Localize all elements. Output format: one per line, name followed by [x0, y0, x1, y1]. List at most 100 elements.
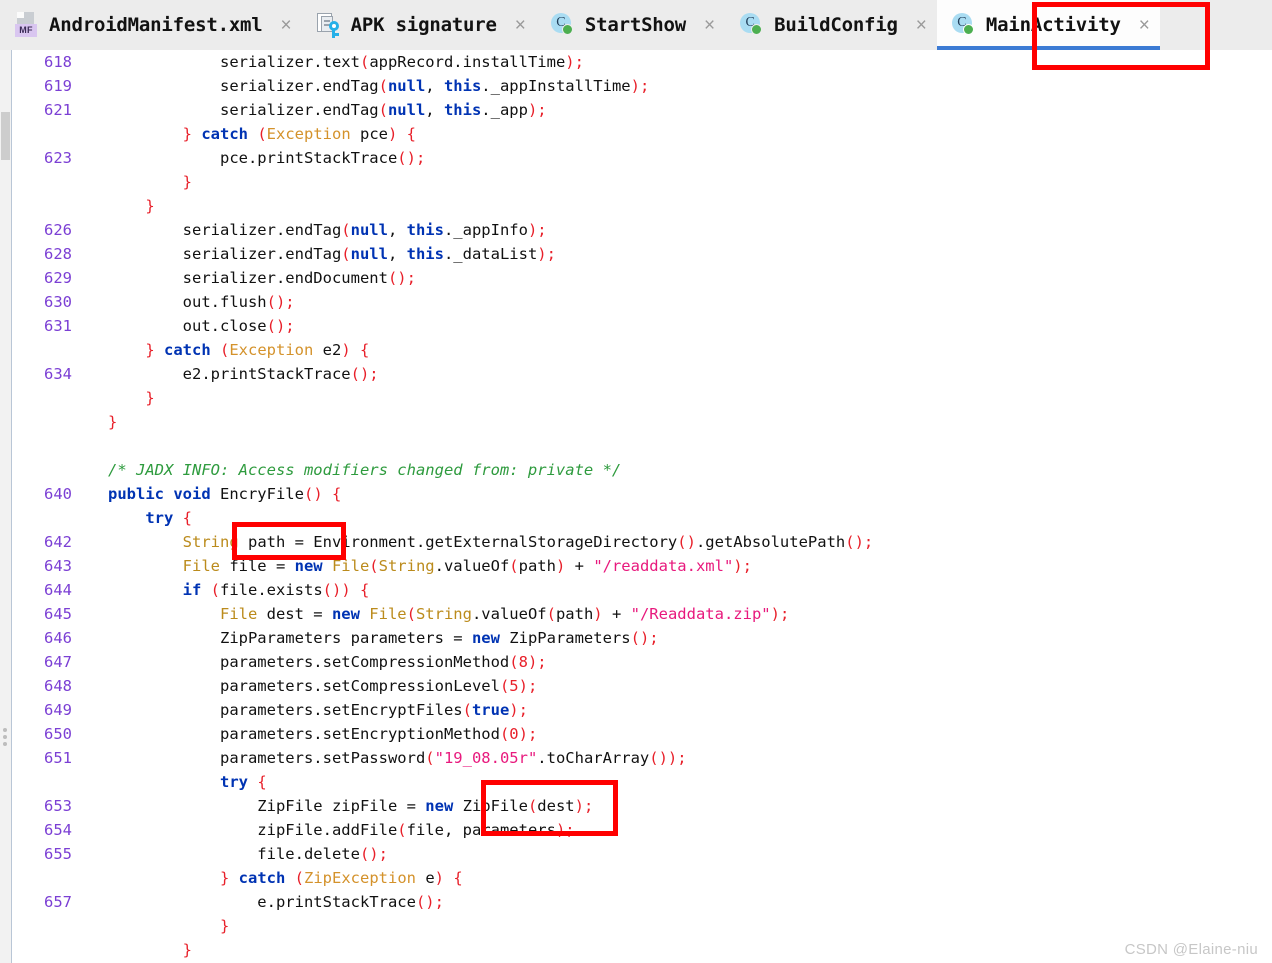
editor-tab-startshow[interactable]: C StartShow × — [535, 0, 726, 50]
close-icon[interactable]: × — [515, 16, 526, 35]
code-token: { — [257, 773, 267, 791]
code-token: new — [294, 557, 332, 575]
code-line[interactable]: } — [108, 914, 873, 938]
code-line[interactable]: e2.printStackTrace(); — [108, 362, 873, 386]
java-class-icon: C — [550, 11, 576, 39]
code-token: ( — [499, 677, 510, 695]
code-line[interactable]: ZipFile zipFile = new ZipFile(dest); — [108, 794, 873, 818]
editor-tab-androidmanifest-xml[interactable]: MF AndroidManifest.xml × — [0, 0, 302, 50]
code-line[interactable]: e.printStackTrace(); — [108, 890, 873, 914]
code-line[interactable]: } — [108, 938, 873, 962]
editor-tab-apk-signature[interactable]: APK signature × — [301, 0, 536, 50]
code-token: ) — [593, 605, 603, 623]
code-line[interactable]: File file = new File(String.valueOf(path… — [108, 554, 873, 578]
code-line[interactable]: serializer.endTag(null, this._dataList); — [108, 242, 873, 266]
code-line[interactable]: serializer.endDocument(); — [108, 266, 873, 290]
apk-signature-key-icon — [316, 11, 342, 39]
code-line[interactable]: try { — [108, 770, 873, 794]
code-line[interactable]: } catch (Exception pce) { — [108, 122, 873, 146]
editor-vertical-scrollbar[interactable] — [0, 50, 11, 963]
code-line[interactable]: parameters.setEncryptFiles(true); — [108, 698, 873, 722]
close-icon[interactable]: × — [1139, 16, 1150, 35]
code-line[interactable]: parameters.setEncryptionMethod(0); — [108, 722, 873, 746]
editor-tab-label: APK signature — [350, 14, 497, 36]
code-line[interactable]: serializer.endTag(null, this._appInstall… — [108, 74, 873, 98]
editor-tab-mainactivity[interactable]: C MainActivity × — [936, 0, 1160, 50]
code-token: ( — [527, 797, 538, 815]
line-number — [24, 866, 72, 890]
code-token: parameters.setCompressionLevel — [108, 677, 500, 695]
code-token: this — [443, 101, 482, 119]
code-line[interactable] — [108, 434, 873, 458]
line-number — [24, 194, 72, 218]
code-token: ()) — [322, 581, 351, 599]
code-line[interactable]: } — [108, 410, 873, 434]
code-line[interactable]: zipFile.addFile(file, parameters); — [108, 818, 873, 842]
code-line[interactable]: } — [108, 170, 873, 194]
code-editor-pane[interactable]: 618 619 621 623 626 628 629 630 631 634 640 642 643 6… — [11, 50, 1272, 963]
code-line[interactable]: File dest = new File(String.valueOf(path… — [108, 602, 873, 626]
code-line[interactable]: String path = Environment.getExternalSto… — [108, 530, 874, 554]
code-line[interactable]: } catch (Exception e2) { — [108, 338, 873, 362]
code-token: e — [415, 869, 435, 887]
code-line[interactable]: out.flush(); — [108, 290, 873, 314]
code-token: parameters.setCompressionMethod — [108, 653, 510, 671]
manifest-file-icon: MF — [14, 11, 40, 39]
code-token: } — [108, 197, 155, 215]
code-token: dest = — [257, 605, 332, 623]
manifest-badge-label: MF — [15, 24, 37, 37]
code-token: serializer.endTag — [108, 221, 342, 239]
code-token: File — [331, 557, 370, 575]
code-token: ); — [630, 77, 650, 95]
code-line[interactable]: if (file.exists()) { — [108, 578, 873, 602]
code-line[interactable]: parameters.setCompressionMethod(8); — [108, 650, 873, 674]
scrollbar-thumb[interactable] — [1, 112, 10, 160]
line-number: 643 — [44, 557, 72, 575]
code-token: ._app — [481, 101, 528, 119]
line-number: 640 — [44, 485, 72, 503]
code-line[interactable]: file.delete(); — [108, 842, 873, 866]
code-token: catch — [154, 341, 220, 359]
line-number — [24, 122, 72, 146]
code-token: ) { — [341, 341, 370, 359]
close-icon[interactable]: × — [704, 16, 715, 35]
code-line[interactable]: try { — [108, 506, 873, 530]
editor-tab-buildconfig[interactable]: C BuildConfig × — [725, 0, 937, 50]
code-token: ( — [499, 725, 510, 743]
code-token: ZipFile — [462, 797, 528, 815]
code-line[interactable]: } — [108, 386, 873, 410]
close-icon[interactable]: × — [281, 16, 292, 35]
code-line[interactable]: } — [108, 194, 873, 218]
code-token: ( — [341, 221, 351, 239]
code-line[interactable]: serializer.endTag(null, this._appInfo); — [108, 218, 873, 242]
code-token: File — [369, 605, 407, 623]
code-token: ( — [509, 557, 519, 575]
code-content[interactable]: serializer.text(appRecord.installTime); … — [108, 50, 873, 963]
line-number: 653 — [44, 797, 72, 815]
code-line[interactable]: /* JADX INFO: Access modifiers changed f… — [108, 458, 873, 482]
code-line[interactable]: serializer.text(appRecord.installTime); — [108, 50, 873, 74]
code-line[interactable]: ZipParameters parameters = new ZipParame… — [108, 626, 873, 650]
code-token: ); — [518, 725, 538, 743]
scrollbar-grip-icon[interactable] — [3, 728, 7, 746]
line-number: 628 — [44, 245, 72, 263]
code-token: zipFile.addFile — [108, 821, 398, 839]
code-line[interactable]: public void EncryFile() { — [108, 482, 873, 506]
code-line[interactable]: } catch (ZipException e) { — [108, 866, 873, 890]
code-line[interactable]: out.close(); — [108, 314, 873, 338]
code-token: ) { — [388, 125, 416, 143]
close-icon[interactable]: × — [916, 16, 927, 35]
line-number: 646 — [44, 629, 72, 647]
code-token: ( — [341, 245, 351, 263]
code-token: ); — [565, 53, 584, 71]
code-line[interactable]: parameters.setPassword("19_08.05r".toCha… — [108, 746, 873, 770]
code-token: ( — [257, 125, 267, 143]
code-token: ZipParameters — [509, 629, 631, 647]
code-token: (); — [350, 365, 379, 383]
code-line[interactable]: pce.printStackTrace(); — [108, 146, 873, 170]
java-class-icon: C — [739, 11, 765, 39]
code-line[interactable]: serializer.endTag(null, this._app); — [108, 98, 873, 122]
code-line[interactable]: parameters.setCompressionLevel(5); — [108, 674, 873, 698]
code-token: , — [425, 77, 444, 95]
